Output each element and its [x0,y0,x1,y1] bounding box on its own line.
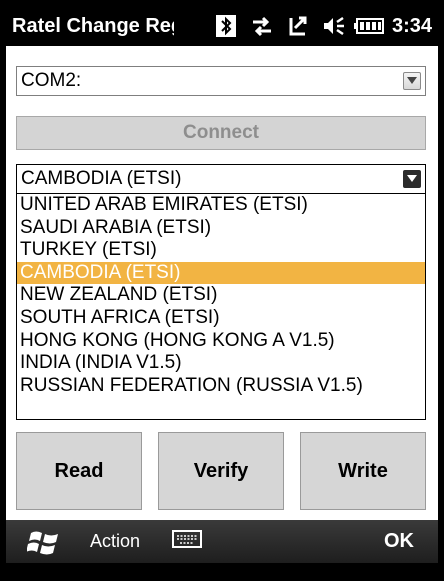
verify-button[interactable]: Verify [158,432,284,510]
chevron-down-icon[interactable] [403,72,421,90]
list-item[interactable]: TURKEY (ETSI) [17,239,425,262]
bluetooth-icon[interactable] [208,12,244,40]
region-dropdown-list[interactable]: UNITED ARAB EMIRATES (ETSI) SAUDI ARABIA… [16,194,426,420]
list-item[interactable]: UNITED ARAB EMIRATES (ETSI) [17,194,425,217]
device-frame: Ratel Change Regi 3:34 COM2: Connect CAM… [0,0,444,581]
connectivity-icon[interactable] [244,12,280,40]
list-item[interactable]: INDIA (INDIA V1.5) [17,352,425,375]
list-item[interactable]: SAUDI ARABIA (ETSI) [17,217,425,240]
list-item[interactable]: NEW ZEALAND (ETSI) [17,284,425,307]
softkey-bar: Action OK [6,520,438,563]
port-select-value: COM2: [21,70,82,91]
read-button[interactable]: Read [16,432,142,510]
region-select[interactable]: CAMBODIA (ETSI) [16,164,426,194]
volume-icon[interactable] [316,12,352,40]
list-item[interactable]: SOUTH AFRICA (ETSI) [17,307,425,330]
list-item[interactable]: HONG KONG (HONG KONG A V1.5) [17,330,425,353]
list-item-selected[interactable]: CAMBODIA (ETSI) [17,261,425,285]
battery-icon[interactable] [352,12,388,40]
action-softkey[interactable]: Action [90,531,140,552]
title-bar: Ratel Change Regi 3:34 [6,6,438,46]
ok-softkey[interactable]: OK [384,530,414,553]
write-button[interactable]: Write [300,432,426,510]
sync-icon[interactable] [280,12,316,40]
port-select[interactable]: COM2: [16,66,426,96]
list-item[interactable]: RUSSIAN FEDERATION (RUSSIA V1.5) [17,375,425,398]
clock[interactable]: 3:34 [392,15,432,38]
main-content: COM2: Connect CAMBODIA (ETSI) UNITED ARA… [6,46,438,520]
connect-button[interactable]: Connect [16,116,426,150]
windows-start-icon[interactable] [14,527,74,557]
chevron-down-icon[interactable] [403,170,421,188]
keyboard-icon[interactable] [172,530,203,553]
window-title: Ratel Change Regi [12,14,174,37]
status-icons: 3:34 [208,12,438,40]
region-select-value: CAMBODIA (ETSI) [21,168,182,189]
action-buttons: Read Verify Write [16,432,426,510]
